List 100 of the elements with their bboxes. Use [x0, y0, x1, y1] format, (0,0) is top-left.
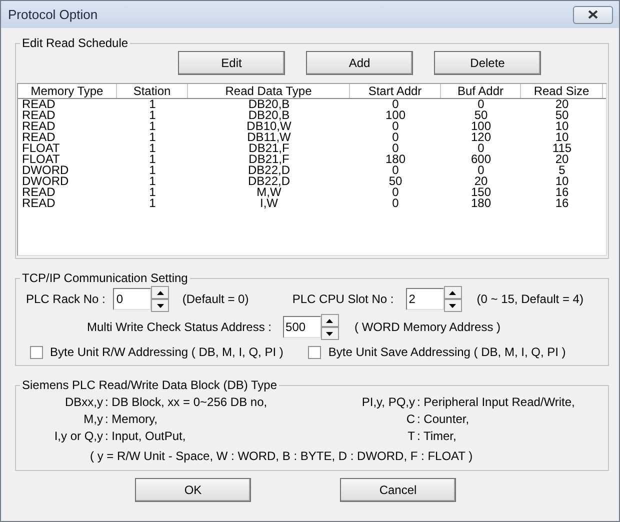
- table-cell-text: 180: [384, 154, 407, 165]
- down-arrow-icon: [449, 304, 456, 308]
- window-title: Protocol Option: [8, 7, 98, 22]
- table-cell-text: DWORD: [21, 176, 70, 187]
- field-label: Multi Write Check Status Address :: [87, 320, 272, 334]
- type-description: : DB Block, xx = 0~256 DB no,: [105, 395, 268, 409]
- table-cell-text: M,W: [256, 187, 282, 198]
- table-cell-text: 180: [470, 198, 492, 209]
- group-title: Edit Read Schedule: [21, 36, 130, 50]
- close-icon: [588, 10, 598, 19]
- action-button[interactable]: Delete: [434, 51, 541, 75]
- dialog-button[interactable]: OK: [135, 478, 251, 502]
- table-cell-text: I,W: [260, 198, 278, 209]
- table-cell-text: 0: [478, 143, 484, 154]
- table-cell-text: DB21,F: [248, 143, 290, 154]
- table-cell-text: 0: [392, 143, 399, 154]
- group-title: Siemens PLC Read/Write Data Block (DB) Type: [21, 378, 278, 392]
- table-cell-text: 1: [148, 176, 157, 187]
- up-arrow-icon: [326, 318, 334, 322]
- type-key: I,y or Q,y: [27, 429, 105, 443]
- table-cell-text: READ: [21, 121, 56, 132]
- table-cell-text: 120: [470, 132, 492, 143]
- table-cell-text: DB20,B: [248, 110, 290, 121]
- table-cell-text: 0: [392, 99, 399, 110]
- spin-up-button[interactable]: [151, 286, 170, 299]
- table-cell-text: READ: [21, 110, 56, 121]
- table-cell-text: 600: [470, 154, 492, 165]
- table-cell-text: 10: [555, 132, 569, 143]
- hint-text: (0 ~ 15, Default = 4): [476, 292, 584, 306]
- column-header[interactable]: Station: [117, 84, 188, 98]
- type-key: C: [345, 412, 417, 426]
- type-description: : Counter,: [417, 412, 470, 426]
- spin-down-button[interactable]: [320, 327, 339, 340]
- spin-up-button[interactable]: [320, 314, 339, 327]
- column-header[interactable]: Read Data Type: [188, 84, 350, 98]
- table-cell-text: 16: [554, 198, 570, 209]
- close-button[interactable]: [573, 6, 613, 24]
- spin-down-button[interactable]: [444, 299, 462, 312]
- table-cell-text: 1: [148, 110, 157, 121]
- table-cell-text: DWORD: [21, 165, 70, 176]
- number-field[interactable]: 0: [113, 288, 152, 310]
- column-header[interactable]: Memory Type: [18, 84, 117, 98]
- spin-up-button[interactable]: [444, 286, 462, 299]
- table-cell-text: 1: [148, 187, 157, 198]
- number-field[interactable]: 2: [406, 288, 444, 310]
- table-cell-text: 16: [554, 187, 570, 198]
- down-arrow-icon: [156, 304, 164, 308]
- table-cell-text: 10: [554, 176, 570, 187]
- checkbox-label: Byte Unit Save Addressing ( DB, M, I, Q, PI ): [328, 345, 566, 359]
- table-cell-text: READ: [21, 198, 56, 209]
- table-cell-text: 0: [392, 165, 399, 176]
- table-cell-text: 0: [392, 187, 399, 198]
- table-cell-text: 150: [470, 187, 492, 198]
- type-key: PI,y, PQ,y: [345, 395, 417, 409]
- action-button[interactable]: Add: [306, 51, 413, 75]
- type-key: M,y: [27, 412, 105, 426]
- checkbox-label: Byte Unit R/W Addressing ( DB, M, I, Q, PI ): [50, 345, 284, 359]
- table-cell-text: 1: [148, 165, 157, 176]
- type-key: T: [345, 429, 417, 443]
- number-field[interactable]: 500: [282, 316, 321, 338]
- field-label: PLC Rack No :: [26, 292, 106, 306]
- table-cell-text: FLOAT: [21, 154, 60, 165]
- table-cell-text: 0: [392, 121, 399, 132]
- table-cell-text: 20: [555, 154, 569, 165]
- spin-down-button[interactable]: [151, 299, 170, 312]
- table-cell-text: READ: [21, 132, 56, 143]
- type-description: : Input, OutPut,: [105, 429, 187, 443]
- type-description: : Timer,: [417, 429, 458, 443]
- type-description: : Memory,: [105, 412, 158, 426]
- table-cell-text: 0: [391, 132, 400, 143]
- table-cell-text: 10: [554, 121, 570, 132]
- table-cell-text: 0: [478, 99, 484, 110]
- hint-text: (Default = 0): [182, 292, 250, 306]
- hint-text: ( WORD Memory Address ): [354, 320, 501, 334]
- table-cell-text: 20: [554, 99, 570, 110]
- table-cell-text: READ: [21, 187, 56, 198]
- table-cell-text: 1: [148, 198, 157, 209]
- table-cell-text: 1: [148, 121, 157, 132]
- table-cell-text: 50: [474, 110, 488, 121]
- checkbox[interactable]: [30, 346, 43, 358]
- down-arrow-icon: [326, 332, 334, 336]
- table-cell-text: 115: [551, 143, 573, 154]
- table-cell-text: 1: [148, 154, 157, 165]
- checkbox[interactable]: [308, 346, 322, 358]
- type-key: DBxx,y: [27, 395, 105, 409]
- table-cell-text: 100: [384, 110, 407, 121]
- dialog-button[interactable]: Cancel: [340, 478, 456, 502]
- up-arrow-icon: [449, 290, 456, 294]
- column-header[interactable]: Buf Addr: [441, 84, 521, 98]
- table-cell-text: 0: [391, 198, 400, 209]
- table-cell-text: DB22,D: [246, 165, 292, 176]
- legend-note: ( y = R/W Unit - Space, W : WORD, B : BYTE, D : DWORD, F : FLOAT ): [89, 448, 473, 465]
- table-cell-text: 5: [558, 165, 566, 176]
- action-button[interactable]: Edit: [178, 51, 285, 75]
- table-cell-text: READ: [21, 99, 56, 110]
- column-header[interactable]: Read Size: [521, 84, 603, 98]
- type-description: : Peripheral Input Read/Write,: [417, 395, 576, 409]
- column-header[interactable]: Start Addr: [350, 84, 441, 98]
- table-cell-text: DB11,W: [246, 132, 291, 143]
- group-title: TCP/IP Communication Setting: [21, 271, 189, 285]
